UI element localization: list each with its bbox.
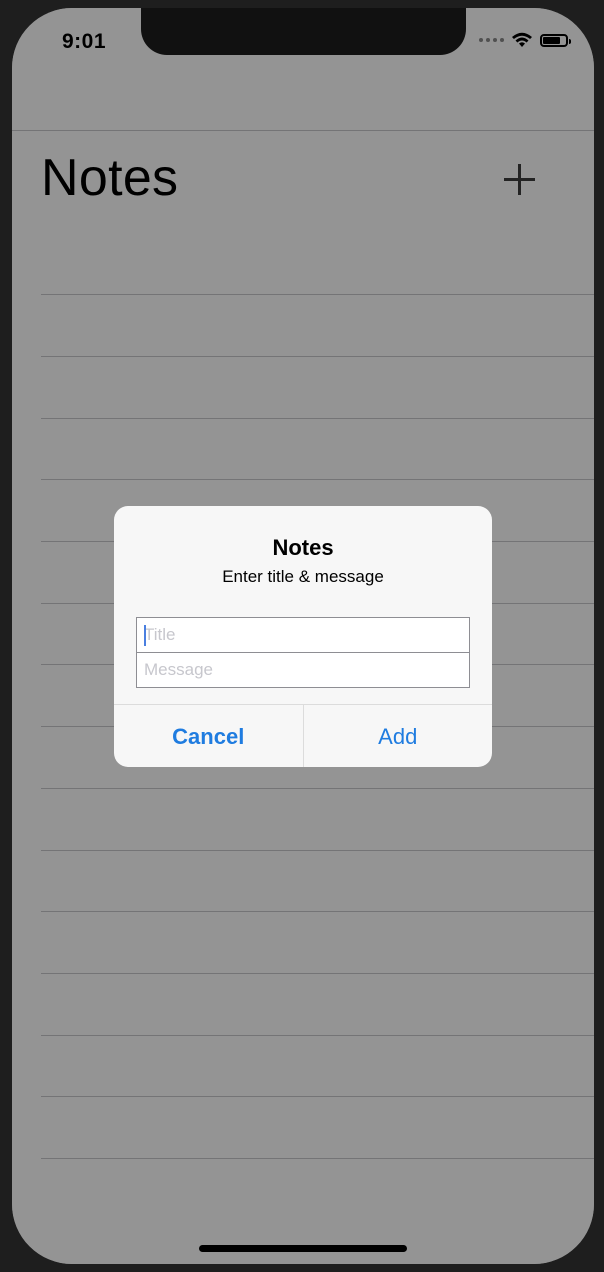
cancel-button[interactable]: Cancel [114,705,304,767]
add-button[interactable]: Add [304,705,493,767]
home-indicator[interactable] [199,1245,407,1252]
alert-message: Enter title & message [222,567,384,586]
message-input[interactable] [136,652,470,688]
device-frame: 9:01 Notes Notes Enter title & message T… [0,0,604,1272]
alert-title: Notes [272,535,334,560]
alert-dialog: Notes Enter title & message Cancel Add [114,506,492,767]
app-screen: 9:01 Notes Notes Enter title & message T… [12,8,594,1264]
alert-actions: Cancel Add [114,704,492,767]
title-input[interactable] [136,617,470,653]
text-cursor [144,625,146,646]
